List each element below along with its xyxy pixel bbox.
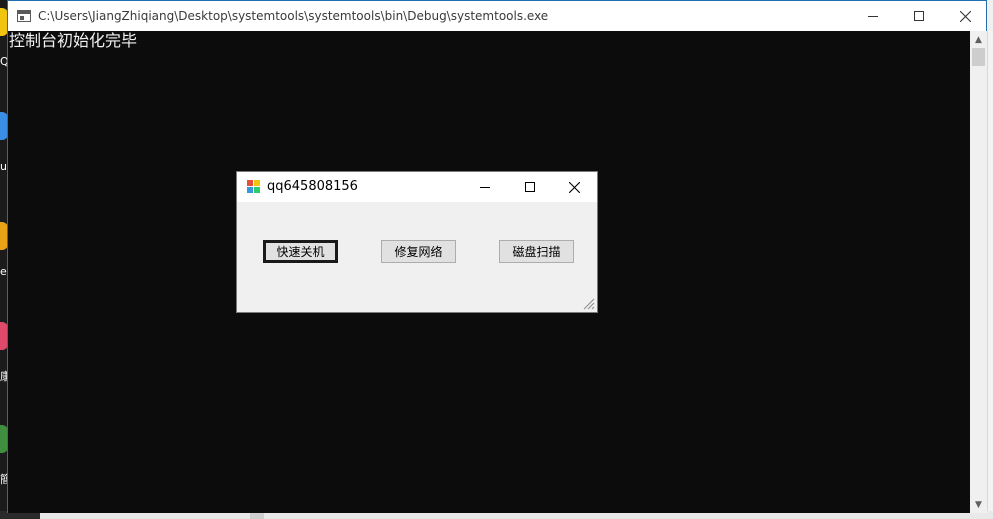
form-titlebar[interactable]: qq645808156 [237,172,597,202]
close-icon [569,181,580,193]
form-app-icon [247,180,261,194]
console-output-text: 控制台初始化完毕 [9,31,138,50]
scroll-thumb[interactable] [972,48,985,66]
close-button[interactable] [942,1,988,31]
background-window-edge [987,31,993,511]
desktop-icon-label: u [0,160,7,173]
form-close-button[interactable] [552,172,597,202]
minimize-icon [868,16,878,17]
maximize-icon [524,182,535,192]
desktop-icon-label: e [0,265,7,278]
minimize-icon [479,187,490,188]
console-title: C:\Users\JiangZhiqiang\Desktop\systemtoo… [38,9,549,23]
scroll-up-icon[interactable]: ▲ [970,31,987,48]
maximize-button[interactable] [896,1,942,31]
form-client-area: 快速关机 修复网络 磁盘扫描 [237,202,597,312]
quick-shutdown-button[interactable]: 快速关机 [263,240,338,263]
form-window: qq645808156 快速关机 修复网络 磁盘扫描 [236,171,598,313]
console-icon [17,10,31,22]
form-maximize-button[interactable] [507,172,552,202]
scroll-down-icon[interactable]: ▼ [970,496,987,513]
maximize-icon [914,11,924,21]
close-icon [959,10,971,22]
disk-scan-button[interactable]: 磁盘扫描 [499,240,574,263]
form-title: qq645808156 [267,179,358,194]
repair-network-button[interactable]: 修复网络 [381,240,456,263]
form-minimize-button[interactable] [462,172,507,202]
resize-grip-icon[interactable] [583,298,595,310]
minimize-button[interactable] [850,1,896,31]
console-titlebar[interactable]: C:\Users\JiangZhiqiang\Desktop\systemtoo… [8,1,986,31]
console-scrollbar[interactable]: ▲ ▼ [970,31,987,513]
